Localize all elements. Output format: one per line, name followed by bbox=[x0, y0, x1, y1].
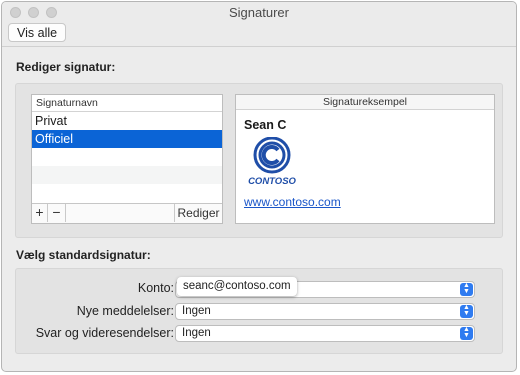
account-label: Konto: bbox=[137, 281, 174, 295]
signature-item-private[interactable]: Privat bbox=[32, 112, 222, 130]
signature-list-header: Signaturnavn bbox=[32, 95, 222, 112]
signature-list-toolbar: + − Rediger bbox=[32, 203, 222, 223]
new-messages-label: Nye meddelelser: bbox=[76, 304, 174, 318]
account-value[interactable]: seanc@contoso.com bbox=[177, 277, 297, 296]
remove-signature-button[interactable]: − bbox=[48, 204, 66, 222]
chevron-updown-icon: ▲ ▼ bbox=[460, 304, 473, 318]
empty-row bbox=[32, 184, 222, 202]
edit-signature-heading: Rediger signatur: bbox=[16, 60, 116, 74]
edit-signature-button[interactable]: Rediger bbox=[174, 204, 222, 222]
window-title: Signaturer bbox=[229, 5, 289, 20]
signature-website-link[interactable]: www.contoso.com bbox=[244, 195, 341, 209]
chevron-updown-icon: ▲ ▼ bbox=[460, 282, 473, 296]
replies-select[interactable]: Ingen ▲ ▼ bbox=[175, 325, 475, 342]
signature-list: Signaturnavn Privat Officiel + − Rediger bbox=[31, 94, 223, 224]
replies-label: Svar og videresendelser: bbox=[35, 326, 174, 340]
show-all-button[interactable]: Vis alle bbox=[8, 23, 67, 42]
chevron-updown-icon: ▲ ▼ bbox=[460, 326, 473, 340]
signature-preview: Signatureksempel Sean C CONTOSO www.cont… bbox=[235, 94, 495, 224]
signature-name: Sean C bbox=[244, 118, 287, 132]
new-messages-select[interactable]: Ingen ▲ ▼ bbox=[175, 303, 475, 320]
replies-value: Ingen bbox=[182, 327, 211, 339]
default-signature-heading: Vælg standardsignatur: bbox=[16, 248, 151, 262]
signature-item-official[interactable]: Officiel bbox=[32, 130, 222, 148]
titlebar: Signaturer Vis alle bbox=[2, 2, 516, 47]
contoso-logo-text: CONTOSO bbox=[248, 176, 296, 187]
add-signature-button[interactable]: + bbox=[32, 204, 48, 222]
new-messages-value: Ingen bbox=[182, 305, 211, 317]
contoso-logo: CONTOSO bbox=[248, 137, 296, 187]
signature-preview-header: Signatureksempel bbox=[236, 95, 494, 110]
empty-row bbox=[32, 166, 222, 184]
empty-row bbox=[32, 148, 222, 166]
